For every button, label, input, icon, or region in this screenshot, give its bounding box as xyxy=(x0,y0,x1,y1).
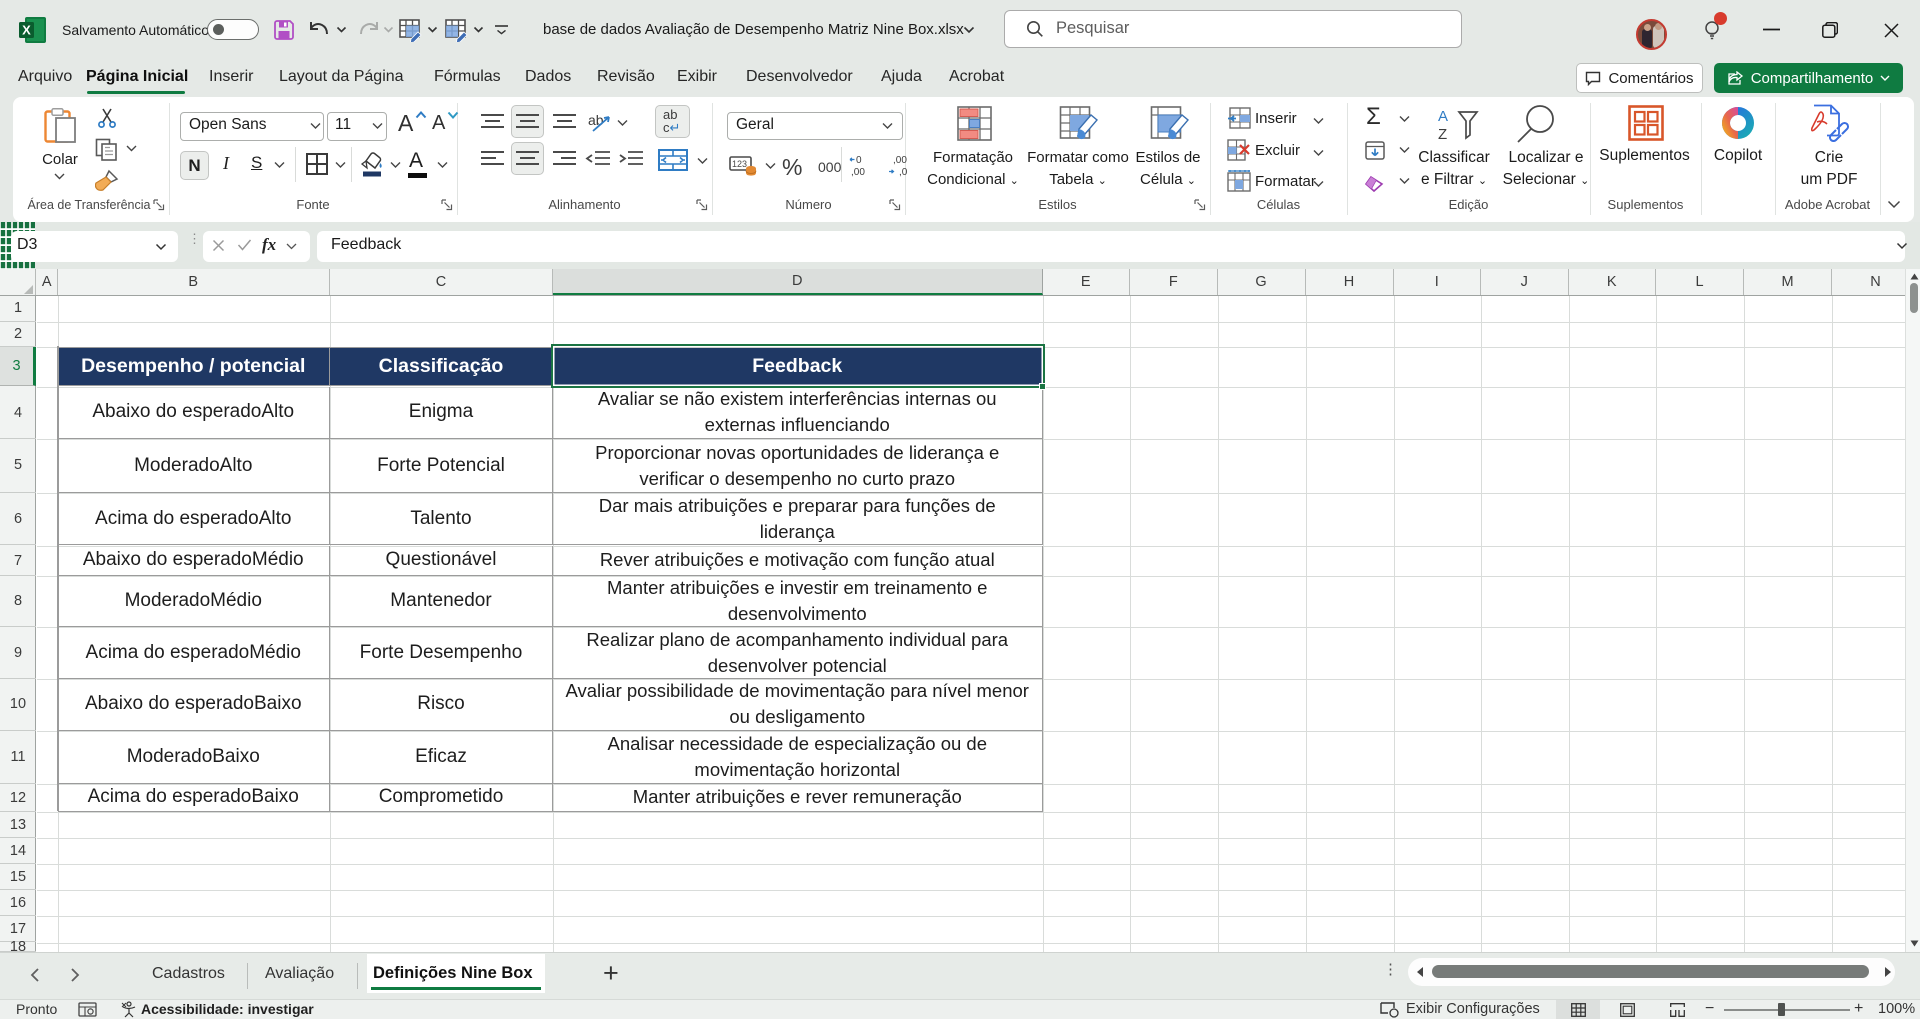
svg-text:,00: ,00 xyxy=(851,167,865,178)
svg-text:0: 0 xyxy=(856,155,862,166)
svg-text:,00: ,00 xyxy=(893,155,907,166)
svg-text:X: X xyxy=(22,23,31,38)
svg-text:123: 123 xyxy=(732,159,747,169)
svg-text:A: A xyxy=(1438,108,1448,125)
svg-text:,0: ,0 xyxy=(899,167,908,178)
svg-text:Z: Z xyxy=(1438,126,1447,143)
svg-text:ab: ab xyxy=(588,112,604,128)
